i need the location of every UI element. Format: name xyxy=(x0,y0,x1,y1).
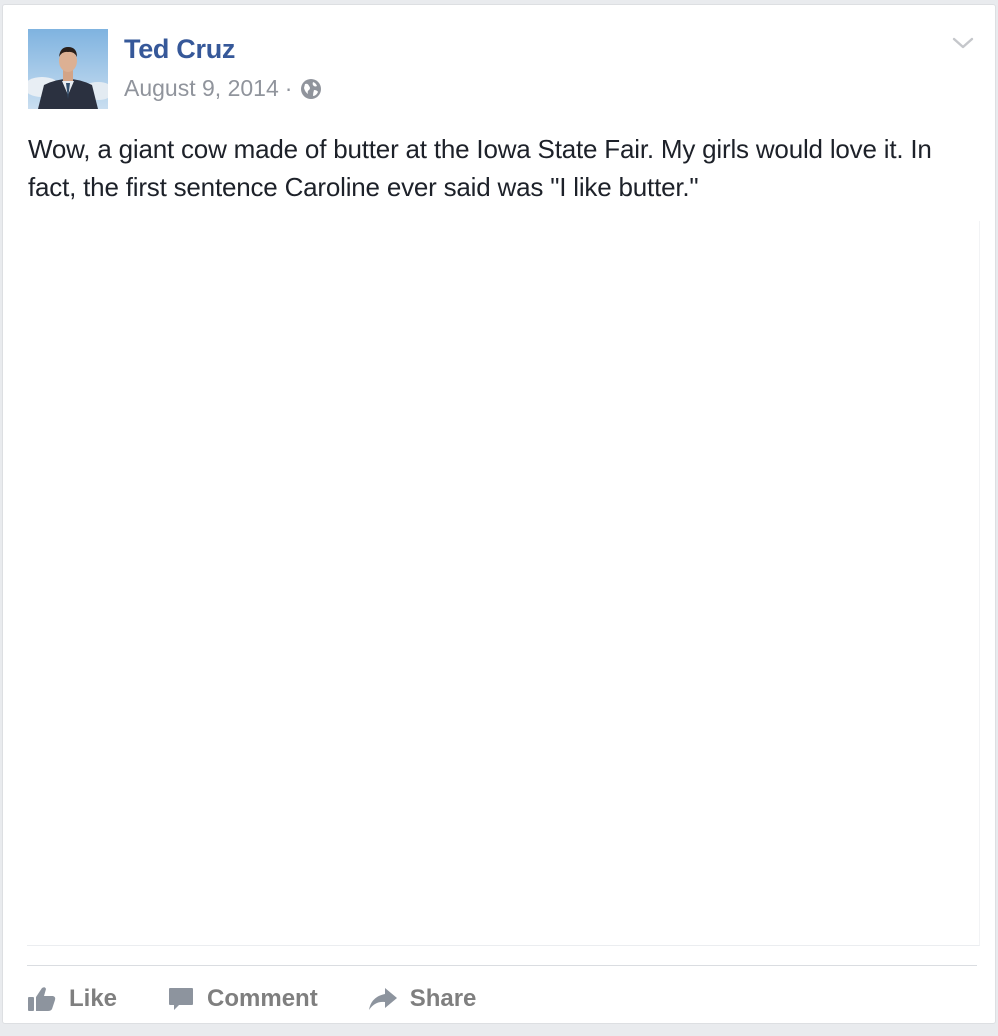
post-card: Ted Cruz August 9, 2014 · Wow, a giant c… xyxy=(2,4,996,1024)
divider xyxy=(27,965,977,966)
globe-icon[interactable] xyxy=(300,78,322,100)
like-label: Like xyxy=(69,985,118,1012)
post-meta: August 9, 2014 · xyxy=(124,75,322,102)
meta-separator: · xyxy=(284,75,293,101)
share-label: Share xyxy=(409,985,477,1012)
author-name[interactable]: Ted Cruz xyxy=(124,34,235,65)
like-button[interactable]: Like xyxy=(27,985,117,1013)
post-date[interactable]: August 9, 2014 xyxy=(124,75,279,102)
avatar[interactable] xyxy=(28,29,108,109)
post-media[interactable] xyxy=(27,221,980,946)
thumbs-up-icon xyxy=(28,987,56,1011)
action-bar: Like Comment Share xyxy=(27,977,526,1021)
post-text: Wow, a giant cow made of butter at the I… xyxy=(28,134,932,202)
comment-icon xyxy=(169,988,194,1010)
share-icon xyxy=(368,988,397,1010)
chevron-down-icon[interactable] xyxy=(951,33,975,53)
share-button[interactable]: Share xyxy=(368,985,477,1013)
comment-button[interactable]: Comment xyxy=(167,985,318,1013)
comment-label: Comment xyxy=(207,985,318,1012)
